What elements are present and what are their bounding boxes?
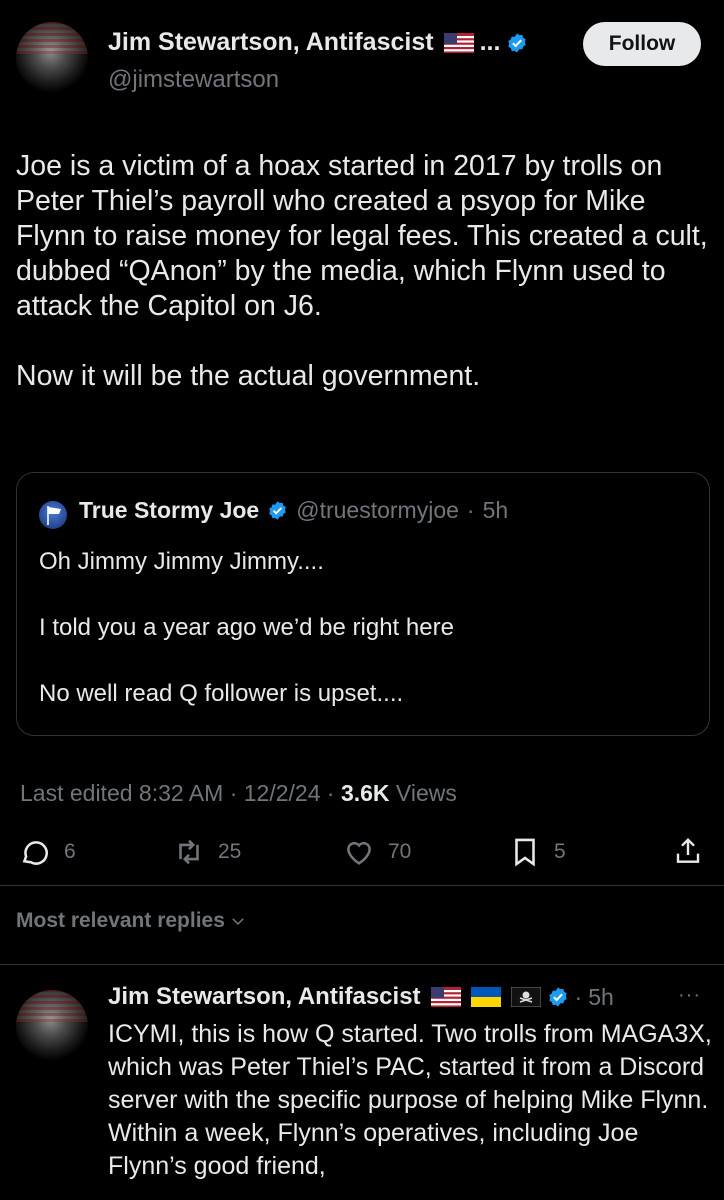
more-icon[interactable]: ···: [678, 984, 701, 1007]
divider: [0, 964, 724, 965]
author-name[interactable]: Jim Stewartson, Antifascist: [108, 28, 434, 57]
post-meta: Last edited 8:32 AM · 12/2/24 · 3.6K Vie…: [20, 780, 457, 807]
edited-timestamp[interactable]: Last edited 8:32 AM · 12/2/24: [20, 780, 320, 806]
chevron-down-icon: [232, 918, 244, 926]
author-handle[interactable]: @jimstewartson: [108, 66, 279, 94]
reply-text: ICYMI, this is how Q started. Two trolls…: [108, 1020, 712, 1180]
verified-icon: [508, 32, 527, 53]
share-icon: [676, 837, 700, 863]
replies-sort-label: Most relevant replies: [16, 909, 225, 932]
quoted-header: True Stormy Joe @truestormyjoe · 5h: [79, 497, 508, 524]
quoted-handle[interactable]: @truestormyjoe: [296, 497, 459, 524]
us-flag-icon: [430, 987, 461, 1007]
author-name-row[interactable]: Jim Stewartson, Antifascist ...: [108, 28, 528, 57]
reply-author-name[interactable]: Jim Stewartson, Antifascist: [108, 983, 421, 1011]
name-ellipsis: ...: [479, 28, 501, 56]
reply-time[interactable]: 5h: [588, 984, 614, 1011]
follow-button[interactable]: Follow: [583, 22, 701, 66]
quoted-author-name[interactable]: True Stormy Joe: [79, 497, 259, 524]
like-action[interactable]: 70: [342, 835, 411, 869]
bookmark-action[interactable]: 5: [508, 835, 566, 869]
us-flag-icon: [443, 32, 474, 53]
repost-action[interactable]: 25: [172, 835, 241, 869]
reply-count: 6: [64, 840, 76, 863]
quoted-line: Oh Jimmy Jimmy Jimmy....: [39, 548, 324, 575]
quoted-separator: ·: [466, 497, 475, 523]
reply-header: Jim Stewartson, Antifascist · 5h: [108, 983, 614, 1011]
verified-icon: [269, 501, 287, 520]
quoted-line: No well read Q follower is upset....: [39, 680, 404, 707]
views-label: Views: [395, 780, 457, 806]
quoted-line: I told you a year ago we’d be right here: [39, 614, 454, 641]
divider: [0, 885, 724, 886]
author-avatar[interactable]: [16, 22, 88, 94]
quoted-time[interactable]: 5h: [483, 497, 509, 524]
bookmark-icon: [515, 838, 535, 867]
reply-separator: ·: [574, 983, 583, 1010]
bookmark-count: 5: [554, 840, 566, 863]
repost-count: 25: [218, 840, 242, 863]
verified-icon: [548, 987, 567, 1007]
share-action[interactable]: [672, 835, 704, 867]
post-text: Joe is a victim of a hoax started in 201…: [16, 150, 708, 392]
meta-separator: ·: [326, 780, 335, 806]
like-icon: [347, 841, 371, 865]
reply-author-avatar[interactable]: [16, 990, 88, 1062]
views-count: 3.6K: [340, 780, 390, 806]
reply-action[interactable]: 6: [18, 835, 76, 869]
flag-on-pole-icon: [47, 506, 61, 525]
like-count: 70: [388, 840, 412, 863]
pirate-flag-icon: [510, 987, 541, 1007]
quoted-author-avatar[interactable]: [39, 501, 67, 529]
ukraine-flag-icon: [470, 987, 501, 1007]
repost-icon: [179, 839, 199, 865]
reply-icon: [22, 841, 48, 865]
replies-sort-dropdown[interactable]: Most relevant replies: [16, 909, 247, 933]
quoted-tweet[interactable]: True Stormy Joe @truestormyjoe · 5h Oh J…: [16, 472, 710, 736]
